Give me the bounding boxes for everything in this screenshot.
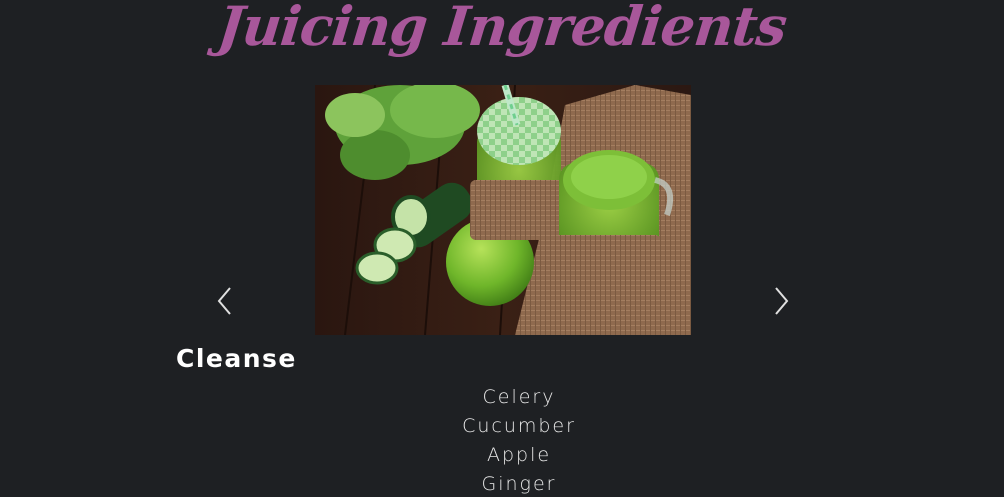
carousel-next-button[interactable] bbox=[771, 286, 791, 316]
carousel-image bbox=[315, 85, 691, 335]
chevron-right-icon bbox=[771, 286, 791, 316]
section-heading: Cleanse bbox=[176, 344, 297, 373]
ingredient-item: Cucumber bbox=[462, 415, 576, 437]
carousel-prev-button[interactable] bbox=[215, 286, 235, 316]
page: Juicing Ingredients Cleanse Celery Cucum… bbox=[0, 0, 1004, 497]
ingredient-item: Ginger bbox=[481, 473, 557, 495]
page-title: Juicing Ingredients bbox=[214, 0, 790, 58]
chevron-left-icon bbox=[215, 286, 235, 316]
ingredient-list: Celery Cucumber Apple Ginger bbox=[419, 383, 619, 497]
ingredient-item: Apple bbox=[486, 444, 552, 466]
ingredient-item: Celery bbox=[482, 386, 556, 408]
